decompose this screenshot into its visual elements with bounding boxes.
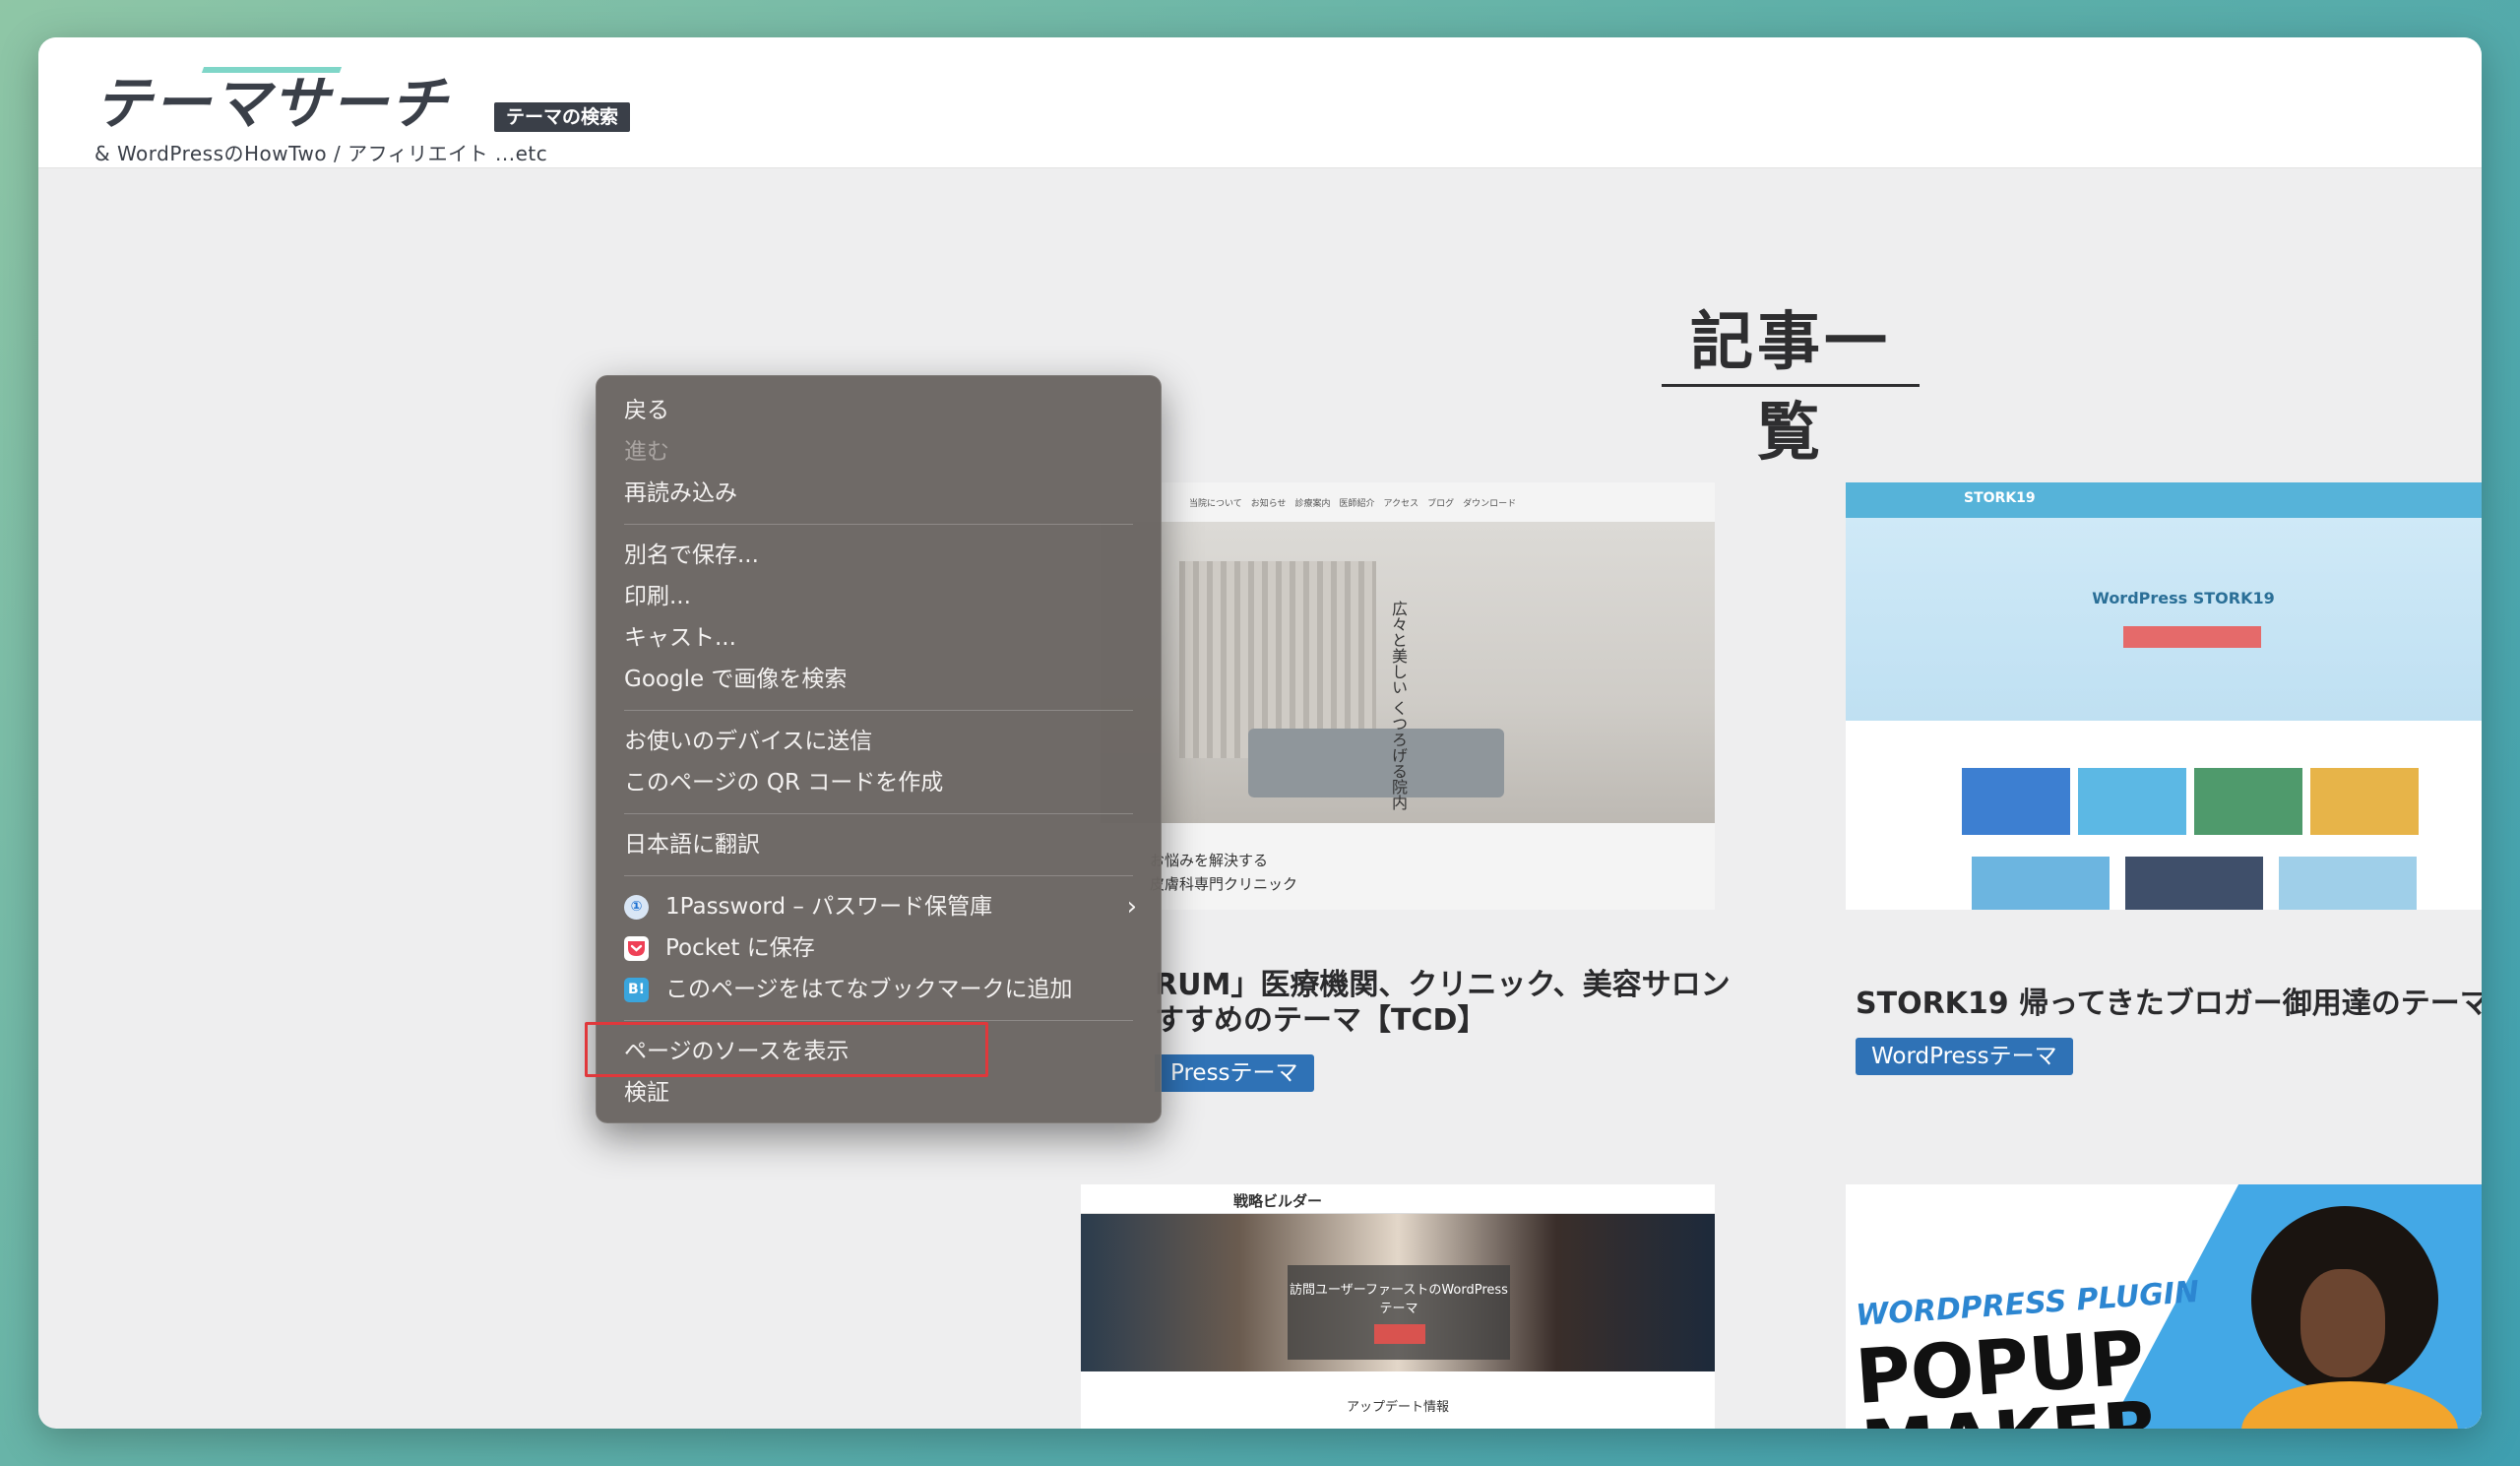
menu-separator: [624, 875, 1133, 876]
article-thumbnail-builder[interactable]: 戦略ビルダー 訪問ユーザーファーストのWordPressテーマ アップデート情報: [1081, 1184, 1715, 1429]
logo-title: テーマサーチ: [94, 70, 450, 137]
menu-item-print[interactable]: 印刷...: [597, 576, 1161, 617]
thumb-tile: [2078, 768, 2186, 835]
menu-item-inspect[interactable]: 検証: [597, 1072, 1161, 1114]
pocket-icon: [624, 936, 649, 961]
menu-item-back[interactable]: 戻る: [597, 390, 1161, 431]
logo-subtitle: & WordPressのHowTwo / アフィリエイト ...etc: [94, 142, 548, 165]
thumb-hero-image: 広々と美しい くつろげる院内: [1101, 522, 1715, 823]
thumb-tile: [2125, 857, 2263, 910]
logo-badge: テーマの検索: [494, 102, 631, 132]
menu-item-label: Pocket に保存: [665, 935, 815, 961]
context-menu: 戻る 進む 再読み込み 別名で保存... 印刷... キャスト... Googl…: [596, 375, 1162, 1123]
menu-item-google-image-search[interactable]: Google で画像を検索: [597, 659, 1161, 700]
thumb-person-face: [2300, 1269, 2385, 1377]
site-header: テーマサーチ テーマの検索 & WordPressのHowTwo / アフィリエ…: [38, 37, 2482, 168]
menu-item-hatena-bookmark[interactable]: B! このページをはてなブックマークに追加: [597, 969, 1161, 1010]
menu-separator: [624, 813, 1133, 814]
thumb-cta: [2123, 626, 2261, 648]
article-thumbnail-tcd[interactable]: 当院について お知らせ 診療案内 医師紹介 アクセス ブログ ダウンロード 広々…: [1081, 482, 1715, 910]
thumb-nav: 当院について お知らせ 診療案内 医師紹介 アクセス ブログ ダウンロード: [1189, 499, 1517, 509]
hatena-bookmark-icon: B!: [624, 978, 649, 1002]
thumb-tile: [2194, 768, 2302, 835]
thumb-theme-name: WordPress STORK19: [2092, 589, 2275, 607]
thumb-overlay-panel: 訪問ユーザーファーストのWordPressテーマ: [1288, 1265, 1510, 1360]
tag-wordpress-theme[interactable]: WordPressテーマ: [1856, 1038, 2073, 1075]
menu-item-label: 1Password – パスワード保管庫: [665, 894, 993, 920]
menu-separator: [624, 710, 1133, 711]
thumb-update-text: アップデート情報: [1346, 1400, 1449, 1415]
menu-item-reload[interactable]: 再読み込み: [597, 473, 1161, 514]
page-title: 記事一覧: [1690, 306, 1891, 470]
menu-item-forward: 進む: [624, 439, 669, 465]
title-underline: [1662, 384, 1920, 387]
article-thumbnail-stork19[interactable]: STORK19 WordPress STORK19: [1846, 482, 2482, 910]
chevron-right-icon: ›: [1126, 892, 1137, 922]
thumb-tile: [2279, 857, 2417, 910]
thumb-sofa: [1248, 729, 1504, 797]
thumb-topbar: STORK19: [1846, 482, 2482, 518]
article-title-tcd-line2[interactable]: すすめのテーマ【TCD】: [1155, 1002, 1486, 1040]
menu-item-pocket[interactable]: Pocket に保存: [597, 927, 1161, 969]
thumb-tile: [2310, 768, 2419, 835]
article-title-tcd-line1[interactable]: RUM」医療機関、クリニック、美容サロン: [1155, 967, 1731, 1004]
menu-item-1password[interactable]: ① 1Password – パスワード保管庫 ›: [597, 886, 1161, 927]
menu-item-translate[interactable]: 日本語に翻訳: [597, 824, 1161, 865]
menu-item-send-to-devices[interactable]: お使いのデバイスに送信: [597, 721, 1161, 762]
thumb-vertical-text: 広々と美しい くつろげる院内: [1389, 601, 1408, 811]
thumb-footer-text: お悩みを解決する 皮膚科専門クリニック: [1150, 852, 1298, 893]
thumb-tile: [1972, 857, 2110, 910]
highlight-annotation: [585, 1022, 988, 1077]
menu-item-label: このページをはてなブックマークに追加: [665, 977, 1073, 1002]
menu-item-qr-code[interactable]: このページの QR コードを作成: [597, 762, 1161, 803]
tag-wordpress-theme[interactable]: Pressテーマ: [1155, 1054, 1314, 1092]
menu-item-cast[interactable]: キャスト...: [597, 617, 1161, 659]
browser-window: テーマサーチ テーマの検索 & WordPressのHowTwo / アフィリエ…: [38, 37, 2482, 1429]
thumb-tile: [1962, 768, 2070, 835]
menu-separator: [624, 1020, 1133, 1021]
article-thumbnail-popup-maker[interactable]: WORDPRESS PLUGIN POPUP MAKER: [1846, 1184, 2482, 1429]
article-title-stork19[interactable]: STORK19 帰ってきたブロガー御用達のテーマ！: [1856, 986, 2482, 1023]
thumb-topbar: 戦略ビルダー: [1081, 1184, 1715, 1214]
menu-separator: [624, 524, 1133, 525]
thumb-sky: WordPress STORK19: [1846, 518, 2482, 721]
site-logo[interactable]: テーマサーチ テーマの検索 & WordPressのHowTwo / アフィリエ…: [94, 59, 646, 165]
menu-item-save-as[interactable]: 別名で保存...: [597, 535, 1161, 576]
1password-icon: ①: [624, 895, 649, 920]
